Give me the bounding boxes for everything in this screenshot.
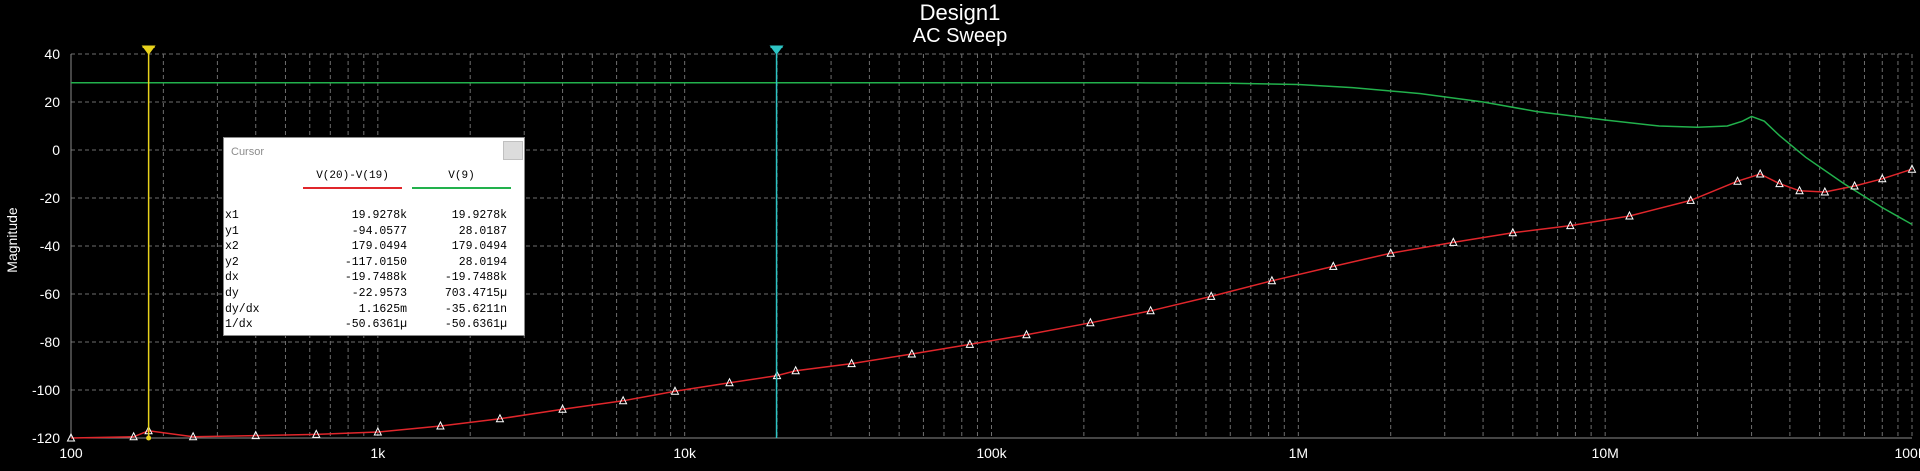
- cursor-cell: 28.0194: [458, 255, 507, 269]
- y-tick-label: 0: [52, 142, 60, 158]
- cursor-2[interactable]: [769, 45, 784, 438]
- cursor-cell: -19.7488k: [444, 271, 507, 285]
- y-axis-label: Magnitude: [4, 207, 20, 273]
- x-tick-label: 1k: [370, 445, 386, 461]
- cursor-cell: x1: [225, 209, 239, 222]
- cursor-cell: 19.9278k: [351, 209, 407, 222]
- cursor-cell: dx: [225, 271, 239, 285]
- cursor-column-header: V(20)-V(19): [316, 170, 389, 182]
- cursor-cell: 179.0494: [451, 240, 507, 254]
- cursor-cell: -35.6211n: [444, 302, 507, 316]
- y-tick-label: -80: [40, 334, 60, 350]
- cursor-row: dy -22.9573 703.4715µ: [224, 286, 507, 302]
- cursor-row: y2 -117.0150 28.0194: [224, 255, 507, 271]
- y-tick-label: 20: [44, 94, 60, 110]
- cursor-intersection-dot: [146, 435, 152, 441]
- x-tick-label: 1M: [1289, 445, 1308, 461]
- x-tick-label: 10k: [673, 445, 697, 461]
- cursor-row: 1/dx -50.6361µ -50.6361µ: [224, 317, 507, 333]
- cursor-panel-close-button[interactable]: [503, 141, 523, 160]
- cursor-cell: x2: [225, 240, 239, 254]
- y-tick-label: -40: [40, 238, 60, 254]
- cursor-row: dy/dx 1.1625m -35.6211n: [224, 302, 507, 318]
- cursor-values-table: x1 19.9278k 19.9278k y1 -94.0577 28.0187 x2 179…: [224, 208, 507, 333]
- cursor-panel-title: Cursor: [231, 146, 265, 158]
- x-tick-label: 100k: [976, 445, 1007, 461]
- cursor-cell: -94.0577: [351, 224, 407, 238]
- cursor-cell: -117.0150: [344, 255, 407, 269]
- cursor-row: x1 19.9278k 19.9278k: [224, 208, 507, 224]
- y-tick-label: -100: [32, 382, 60, 398]
- cursor-cell: 19.9278k: [451, 209, 507, 222]
- cursor-cell: 1.1625m: [358, 302, 407, 316]
- y-tick-label: -20: [40, 190, 60, 206]
- cursor-cell: y2: [225, 255, 239, 269]
- cursor-row: y1 -94.0577 28.0187: [224, 224, 507, 240]
- cursor-cell: -22.9573: [351, 286, 407, 300]
- cursor-cell: -19.7488k: [344, 271, 407, 285]
- cursor-cell: -50.6361µ: [344, 318, 407, 332]
- cursor-row: x2 179.0494 179.0494: [224, 239, 507, 255]
- cursor-cell: y1: [225, 224, 239, 238]
- cursor-panel[interactable]: Cursor V(20)-V(19) V(9) x1 19.9278k 19.927…: [223, 137, 525, 336]
- cursor-column-color-line: [303, 187, 402, 189]
- x-tick-label: 100M: [1894, 445, 1920, 461]
- cursor-cell: 1/dx: [225, 318, 253, 332]
- cursor-column-color-line: [412, 187, 511, 189]
- cursor-cell: dy: [225, 286, 239, 300]
- cursor-cell: 28.0187: [458, 224, 507, 238]
- cursor-column-header: V(9): [448, 170, 475, 182]
- y-tick-label: 40: [44, 46, 60, 62]
- y-tick-label: -120: [32, 430, 60, 446]
- cursor-1[interactable]: [141, 45, 156, 438]
- cursor-cell: -50.6361µ: [444, 318, 507, 332]
- cursor-cell: 703.4715µ: [444, 286, 507, 300]
- y-tick-label: -60: [40, 286, 60, 302]
- x-tick-label: 100: [59, 445, 83, 461]
- cursor-cell: dy/dx: [225, 302, 260, 316]
- cursor-cell: 179.0494: [351, 240, 407, 254]
- cursor-row: dx -19.7488k -19.7488k: [224, 270, 507, 286]
- x-tick-label: 10M: [1592, 445, 1619, 461]
